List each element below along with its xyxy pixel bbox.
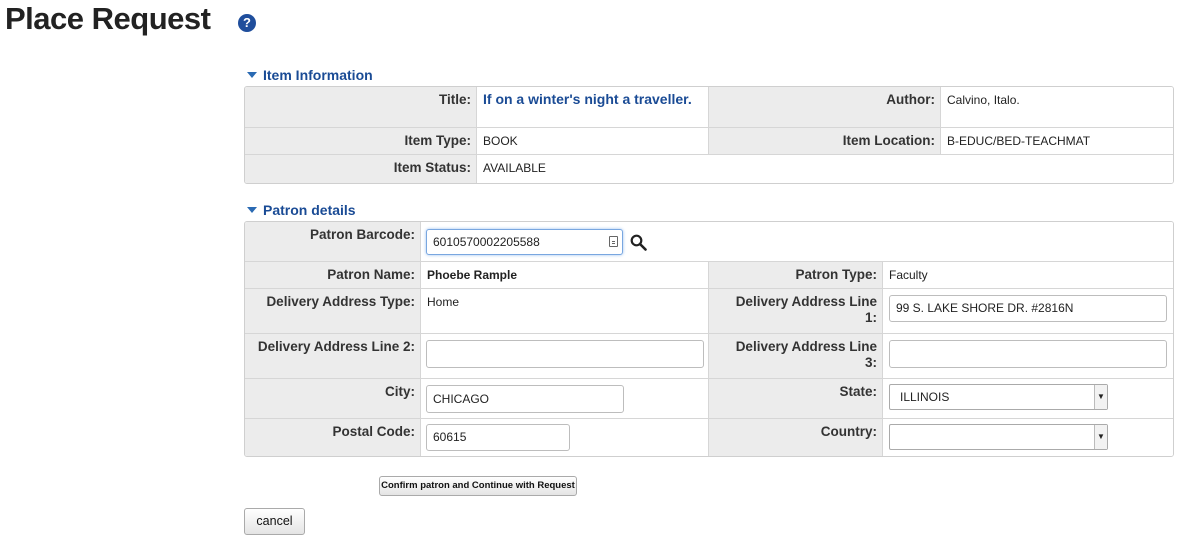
page-title: Place Request — [5, 1, 211, 36]
author-value: Calvino, Italo. — [941, 87, 1173, 128]
search-icon[interactable] — [630, 234, 647, 251]
city-label: City: — [245, 379, 421, 419]
item-location-label: Item Location: — [709, 128, 941, 155]
item-type-label: Item Type: — [245, 128, 477, 155]
postal-code-cell: 60615 — [421, 419, 709, 456]
delivery-address-type-label: Delivery Address Type: — [245, 289, 421, 334]
item-information-table: Title: If on a winter's night a travelle… — [244, 86, 1174, 184]
postal-code-input[interactable]: 60615 — [426, 424, 570, 451]
delivery-address-line1-label-b: 1: — [864, 310, 877, 325]
postal-code-label: Postal Code: — [245, 419, 421, 456]
chevron-down-icon: ▼ — [1094, 425, 1107, 449]
patron-barcode-label: Patron Barcode: — [245, 222, 421, 262]
country-label: Country: — [709, 419, 883, 456]
state-label: State: — [709, 379, 883, 419]
delivery-address-type-value: Home — [421, 289, 709, 334]
patron-details-header[interactable]: Patron details — [247, 202, 356, 218]
patron-type-label: Patron Type: — [709, 262, 883, 289]
delivery-address-line1-label-a: Delivery Address Line — [735, 294, 877, 309]
triangle-down-icon — [247, 72, 257, 78]
country-cell: ▼ — [883, 419, 1173, 456]
state-cell: ILLINOIS ▼ — [883, 379, 1173, 419]
city-cell: CHICAGO — [421, 379, 709, 419]
patron-details-heading: Patron details — [263, 202, 356, 218]
confirm-patron-button[interactable]: Confirm patron and Continue with Request — [379, 476, 577, 496]
city-input[interactable]: CHICAGO — [426, 385, 624, 413]
delivery-address-line3-cell — [883, 334, 1173, 379]
patron-details-table: Patron Barcode: 6010570002205588 Patron … — [244, 221, 1174, 457]
delivery-address-line1-cell: 99 S. LAKE SHORE DR. #2816N — [883, 289, 1173, 334]
item-location-value: B-EDUC/BED-TEACHMAT — [941, 128, 1173, 155]
country-select[interactable]: ▼ — [889, 424, 1108, 450]
chevron-down-icon: ▼ — [1094, 385, 1107, 409]
item-information-heading: Item Information — [263, 67, 373, 83]
delivery-address-line3-label: Delivery Address Line 3: — [709, 334, 883, 379]
item-status-label: Item Status: — [245, 155, 477, 183]
help-icon[interactable]: ? — [238, 14, 256, 32]
patron-barcode-input[interactable]: 6010570002205588 — [426, 229, 623, 255]
state-select-value: ILLINOIS — [900, 390, 950, 404]
item-type-value: BOOK — [477, 128, 709, 155]
delivery-address-line2-input[interactable] — [426, 340, 704, 368]
delivery-address-line1-input[interactable]: 99 S. LAKE SHORE DR. #2816N — [889, 295, 1167, 322]
author-label: Author: — [709, 87, 941, 128]
delivery-address-line3-input[interactable] — [889, 340, 1167, 368]
cancel-button[interactable]: cancel — [244, 508, 305, 535]
delivery-address-line2-cell — [421, 334, 709, 379]
patron-type-value: Faculty — [883, 262, 1173, 289]
patron-name-value: Phoebe Rample — [421, 262, 709, 289]
item-status-value: AVAILABLE — [477, 155, 1173, 183]
patron-barcode-cell: 6010570002205588 — [421, 222, 1173, 262]
delivery-address-line3-label-a: Delivery Address Line — [735, 339, 877, 354]
title-label: Title: — [245, 87, 477, 128]
state-select[interactable]: ILLINOIS ▼ — [889, 384, 1108, 410]
delivery-address-line3-label-b: 3: — [864, 355, 877, 370]
title-value: If on a winter's night a traveller. — [477, 87, 709, 128]
delivery-address-line1-label: Delivery Address Line 1: — [709, 289, 883, 334]
delivery-address-line2-label: Delivery Address Line 2: — [245, 334, 421, 379]
patron-name-label: Patron Name: — [245, 262, 421, 289]
id-card-icon[interactable] — [609, 236, 618, 247]
item-information-header[interactable]: Item Information — [247, 67, 373, 83]
triangle-down-icon — [247, 207, 257, 213]
